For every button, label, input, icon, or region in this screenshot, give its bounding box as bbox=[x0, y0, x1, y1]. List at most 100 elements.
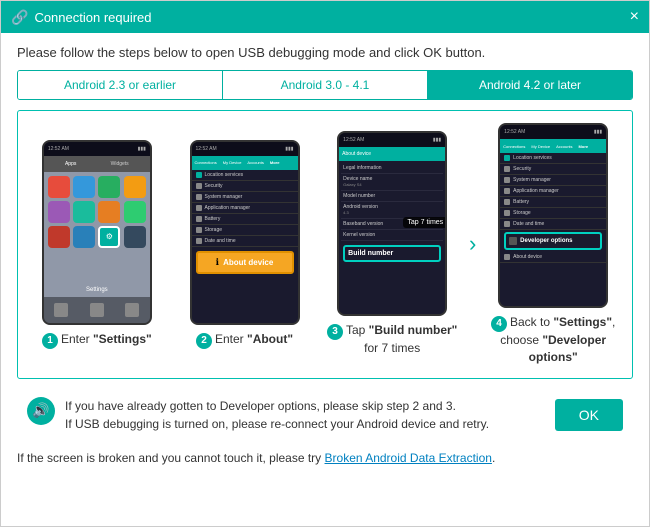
step-1-bold: "Settings" bbox=[93, 332, 152, 346]
title-bar: 🔗 Connection required × bbox=[1, 1, 649, 33]
list-location: Location services bbox=[192, 170, 298, 181]
tab-android-23[interactable]: Android 2.3 or earlier bbox=[18, 71, 223, 99]
phone-1-image: 12:52 AM ▮▮▮ Apps Widgets bbox=[42, 140, 152, 325]
list-battery: Battery bbox=[192, 214, 298, 225]
settings-app-icon: ⚙ bbox=[98, 226, 120, 248]
step-2-prefix: Enter bbox=[215, 332, 247, 346]
device-name-item: Device nameGalaxy S4 bbox=[341, 174, 443, 191]
list-icon-date bbox=[196, 238, 202, 244]
step-1-prefix: Enter bbox=[61, 332, 93, 346]
phone1-content: Apps Widgets bbox=[44, 156, 150, 323]
phone-3-image: 12:52 AM ▮▮▮ About device Legal informat… bbox=[337, 131, 447, 316]
phone2-time: 12:52 AM bbox=[196, 146, 217, 152]
step-2: 12:52 AM ▮▮▮ Connections My Device Accou… bbox=[174, 140, 316, 349]
phone4-time: 12:52 AM bbox=[504, 129, 525, 135]
tap-7-label: Tap 7 times bbox=[403, 217, 445, 228]
footer-suffix: . bbox=[492, 451, 495, 465]
phone2-list: Location services Security System manage… bbox=[192, 170, 298, 247]
phone3-menu-bar: About device bbox=[339, 147, 445, 161]
next-arrow[interactable]: › bbox=[469, 231, 476, 257]
tab-android-42[interactable]: Android 4.2 or later bbox=[428, 71, 632, 99]
info-text-2: If USB debugging is turned on, please re… bbox=[65, 415, 545, 433]
p4-icon-app bbox=[504, 188, 510, 194]
phone1-time: 12:52 AM bbox=[48, 146, 69, 152]
legal-item: Legal information bbox=[341, 163, 443, 174]
developer-options-highlight: Developer options bbox=[504, 232, 602, 250]
step-1: 12:52 AM ▮▮▮ Apps Widgets bbox=[26, 140, 168, 349]
step-4-bold: "Settings" bbox=[553, 315, 612, 329]
list-icon-sys bbox=[196, 194, 202, 200]
about-device-label: About device bbox=[223, 258, 273, 267]
step-4-number: 4 bbox=[491, 316, 507, 332]
dev-options-label: Developer options bbox=[520, 238, 572, 244]
p4-battery: Battery bbox=[500, 197, 606, 208]
p4-about-label: About device bbox=[513, 254, 542, 260]
broken-android-link[interactable]: Broken Android Data Extraction bbox=[325, 451, 492, 465]
app-icon-10 bbox=[73, 226, 95, 248]
menu-my-device: My Device bbox=[223, 160, 242, 165]
phone-4-image: 12:52 AM ▮▮▮ Connections My Device Accou… bbox=[498, 123, 608, 308]
info-text-1: If you have already gotten to Developer … bbox=[65, 397, 545, 415]
phone2-menu-bar: Connections My Device Accounts More bbox=[192, 156, 298, 170]
step-4-prefix: Back to bbox=[510, 315, 553, 329]
p4-sysmanager: System manager bbox=[500, 175, 606, 186]
info-text-container: If you have already gotten to Developer … bbox=[65, 397, 545, 433]
close-button[interactable]: × bbox=[630, 9, 639, 25]
phone3-status-bar: 12:52 AM ▮▮▮ bbox=[339, 133, 445, 147]
phone2-signal: ▮▮▮ bbox=[285, 146, 293, 152]
list-security: Security bbox=[192, 181, 298, 192]
step-3-prefix: Tap bbox=[346, 323, 369, 337]
step-3-number: 3 bbox=[327, 324, 343, 340]
p4-icon-sec bbox=[504, 166, 510, 172]
app-icon-5 bbox=[48, 201, 70, 223]
phone4-menu-acc: Accounts bbox=[556, 144, 572, 149]
app-icon-3 bbox=[98, 176, 120, 198]
speaker-icon: 🔊 bbox=[27, 397, 55, 425]
step-3-suffix: for 7 times bbox=[364, 341, 420, 355]
p4-appmanager: Application manager bbox=[500, 186, 606, 197]
menu-accounts: Accounts bbox=[247, 160, 263, 165]
p4-icon-stor bbox=[504, 210, 510, 216]
model-item: Model number bbox=[341, 191, 443, 202]
dock-icon-1 bbox=[54, 303, 68, 317]
phone3-content: About device Legal information Device na… bbox=[339, 147, 445, 314]
footer-prefix: If the screen is broken and you cannot t… bbox=[17, 451, 325, 465]
tab-bar: Android 2.3 or earlier Android 3.0 - 4.1… bbox=[17, 70, 633, 100]
p4-icon-date bbox=[504, 221, 510, 227]
phone1-status-bar: 12:52 AM ▮▮▮ bbox=[44, 142, 150, 156]
step-4-caption: 4Back to "Settings", choose "Developer o… bbox=[482, 314, 624, 366]
step-3-caption: 3Tap "Build number" for 7 times bbox=[321, 322, 463, 357]
list-icon-app bbox=[196, 205, 202, 211]
list-storage: Storage bbox=[192, 225, 298, 236]
menu-connections: Connections bbox=[195, 160, 217, 165]
phone2-content: Connections My Device Accounts More Loca… bbox=[192, 156, 298, 323]
list-icon-storage bbox=[196, 227, 202, 233]
p4-security: Security bbox=[500, 164, 606, 175]
main-window: 🔗 Connection required × Please follow th… bbox=[0, 0, 650, 527]
p4-location: Location services bbox=[500, 153, 606, 164]
app-icon-7 bbox=[98, 201, 120, 223]
phone-2-image: 12:52 AM ▮▮▮ Connections My Device Accou… bbox=[190, 140, 300, 325]
app-icon-6 bbox=[73, 201, 95, 223]
step-3-bold: "Build number" bbox=[369, 323, 458, 337]
ok-button[interactable]: OK bbox=[555, 399, 623, 431]
app-icon-4 bbox=[124, 176, 146, 198]
list-icon-battery bbox=[196, 216, 202, 222]
instruction-text: Please follow the steps below to open US… bbox=[17, 45, 633, 60]
p4-icon-about bbox=[504, 254, 510, 260]
app-icon-12 bbox=[124, 226, 146, 248]
list-appmanager: Application manager bbox=[192, 203, 298, 214]
phone4-menu-more: More bbox=[579, 144, 589, 149]
tab-android-30[interactable]: Android 3.0 - 4.1 bbox=[223, 71, 428, 99]
phone1-dock bbox=[44, 297, 150, 323]
step-4: 12:52 AM ▮▮▮ Connections My Device Accou… bbox=[482, 123, 624, 366]
about-device-highlight: ℹ About device bbox=[196, 251, 294, 274]
phone4-menu-bar: Connections My Device Accounts More bbox=[500, 139, 606, 153]
step-2-caption: 2Enter "About" bbox=[196, 331, 293, 349]
step-1-number: 1 bbox=[42, 333, 58, 349]
apps-label: Apps bbox=[65, 161, 76, 167]
kernel-item: Kernel version bbox=[341, 230, 443, 241]
step-2-number: 2 bbox=[196, 333, 212, 349]
p4-about: About device bbox=[500, 252, 606, 263]
list-sysmanager: System manager bbox=[192, 192, 298, 203]
